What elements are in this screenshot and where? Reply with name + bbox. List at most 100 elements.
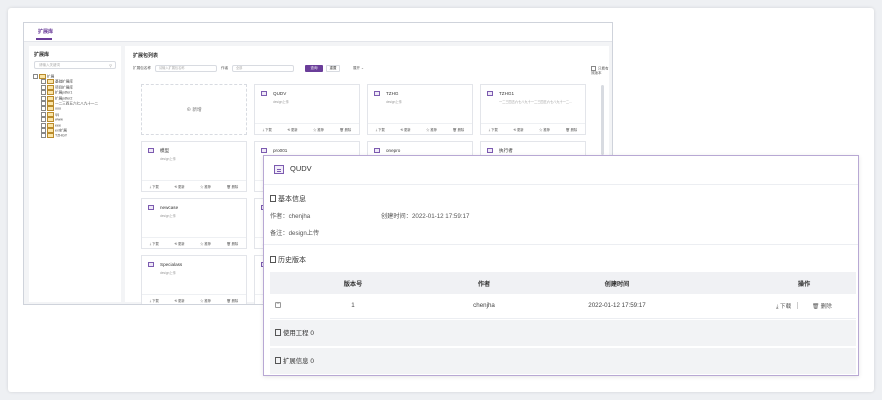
download-version-button[interactable]: ⤓ 下载 xyxy=(776,302,791,311)
card-recommend-button[interactable]: ☆ 推荐 xyxy=(539,127,550,132)
update-icon: ⟲ xyxy=(174,298,178,303)
card-download-button[interactable]: ⤓ 下载 xyxy=(150,298,159,303)
expand-box-icon[interactable] xyxy=(41,95,46,101)
card-actions: ⤓ 下载 ⟲ 更新 ☆ 推荐 🗑 删除 xyxy=(255,123,359,134)
card-actions: ⤓ 下载 ⟲ 更新 ☆ 推荐 🗑 删除 xyxy=(142,294,246,304)
trash-icon: 🗑 xyxy=(812,304,820,310)
note-value: design上传 xyxy=(288,230,320,237)
package-note: design上传 xyxy=(273,100,289,104)
package-card[interactable]: 模型 design上传 ⤓ 下载 ⟲ 更新 ☆ 推荐 🗑 删除 xyxy=(141,141,247,192)
list-scrollbar[interactable] xyxy=(601,85,604,155)
card-download-button[interactable]: ⤓ 下载 xyxy=(376,127,385,132)
card-delete-button[interactable]: 🗑 删除 xyxy=(226,241,238,246)
card-update-button[interactable]: ⟲ 更新 xyxy=(400,127,410,132)
expand-row-icon[interactable]: – xyxy=(275,302,281,308)
package-icon xyxy=(148,262,154,267)
package-card[interactable]: TZHG design上传 ⤓ 下载 ⟲ 更新 ☆ 推荐 🗑 删除 xyxy=(367,84,473,135)
expand-box-icon[interactable] xyxy=(41,79,46,85)
created-info: 创建时间：2022-01-12 17:59:17 xyxy=(381,211,469,220)
package-note: 一二三四五六七八九十一二三四五六七八九十一二... xyxy=(499,100,572,104)
card-update-button[interactable]: ⟲ 更新 xyxy=(174,241,184,246)
card-recommend-button[interactable]: ☆ 推荐 xyxy=(200,298,211,303)
expand-toggle[interactable]: 展开 ⌄ xyxy=(353,66,364,71)
card-action-label: 推荐 xyxy=(543,127,550,132)
created-label: 创建时间： xyxy=(381,213,412,220)
expand-box-icon[interactable] xyxy=(41,133,46,139)
used-projects-section[interactable]: 使用工程 0 xyxy=(270,320,856,346)
package-list-title: 扩展包列表 xyxy=(133,53,159,59)
card-download-button[interactable]: ⤓ 下载 xyxy=(150,184,159,189)
package-icon xyxy=(487,91,493,96)
package-name: TZHG1 xyxy=(499,91,515,96)
expand-box-icon[interactable] xyxy=(41,111,46,117)
card-delete-button[interactable]: 🗑 删除 xyxy=(226,298,238,303)
tab-extension-library[interactable]: 扩展库 xyxy=(38,28,53,35)
extension-info-count: 0 xyxy=(310,358,314,365)
card-update-button[interactable]: ⟲ 更新 xyxy=(513,127,523,132)
expand-box-icon[interactable] xyxy=(41,122,46,128)
package-icon xyxy=(148,205,154,210)
delete-version-button[interactable]: 🗑 删除 xyxy=(812,302,832,310)
package-card[interactable]: Specialass design上传 ⤓ 下载 ⟲ 更新 ☆ 推荐 🗑 删除 xyxy=(141,255,247,304)
tree-node-label: 扩展pdfer1 xyxy=(55,90,73,95)
card-action-label: 更新 xyxy=(403,127,411,132)
package-card[interactable]: TZHG1 一二三四五六七八九十一二三四五六七八九十一二... ⤓ 下载 ⟲ 更新 ☆ … xyxy=(480,84,586,135)
library-tree: 扩展 基础扩展库 项目扩展库 扩展pdfer1 扩展pdfer2 一二三四五六七八九十一二… xyxy=(33,74,98,139)
card-download-button[interactable]: ⤓ 下载 xyxy=(489,127,498,132)
card-update-button[interactable]: ⟲ 更新 xyxy=(174,298,184,303)
card-recommend-button[interactable]: ☆ 推荐 xyxy=(200,241,211,246)
extension-info-section[interactable]: 扩展信息 0 xyxy=(270,348,856,374)
expand-box-icon[interactable] xyxy=(41,84,46,90)
add-label: 新增 xyxy=(192,107,202,112)
package-icon xyxy=(374,148,380,153)
card-download-button[interactable]: ⤓ 下载 xyxy=(263,127,272,132)
card-delete-button[interactable]: 🗑 删除 xyxy=(339,127,351,132)
update-icon: ⟲ xyxy=(174,241,178,246)
expand-label: 展开 xyxy=(353,66,360,70)
package-card[interactable]: QUDV design上传 ⤓ 下载 ⟲ 更新 ☆ 推荐 🗑 删除 xyxy=(254,84,360,135)
filter-name-input[interactable]: 请输入扩展包名称 xyxy=(155,65,217,72)
expand-box-icon[interactable] xyxy=(41,90,46,96)
expand-box-icon[interactable] xyxy=(41,106,46,112)
tree-node-label: 基础扩展库 xyxy=(55,79,73,84)
download-icon: ⤓ xyxy=(375,127,378,132)
column-actions: 操作 xyxy=(797,281,811,288)
library-search-input[interactable]: 请输入关键词 ⚲ xyxy=(34,61,116,69)
folder-icon xyxy=(47,84,54,90)
card-delete-button[interactable]: 🗑 删除 xyxy=(226,184,238,189)
add-package-card[interactable]: ⊕ 新增 xyxy=(141,84,247,135)
card-action-label: 推荐 xyxy=(430,127,437,132)
card-action-label: 下载 xyxy=(152,298,159,303)
card-update-button[interactable]: ⟲ 更新 xyxy=(174,184,184,189)
filter-author-select[interactable]: 全部 xyxy=(232,65,294,72)
cell-created: 2022-01-12 17:59:17 xyxy=(588,302,646,309)
search-button[interactable]: 查询 xyxy=(305,65,323,72)
card-recommend-button[interactable]: ☆ 推荐 xyxy=(426,127,437,132)
app-header: 扩展库 xyxy=(24,23,612,42)
card-update-button[interactable]: ⟲ 更新 xyxy=(287,127,297,132)
expand-box-icon[interactable] xyxy=(41,100,46,106)
expand-box-icon[interactable] xyxy=(41,127,46,133)
chevron-down-icon: ⌄ xyxy=(360,66,364,70)
card-delete-button[interactable]: 🗑 删除 xyxy=(452,127,464,132)
show-valid-only-checkbox[interactable]: 只看有效版本 xyxy=(591,66,609,76)
card-download-button[interactable]: ⤓ 下载 xyxy=(150,241,159,246)
author-info: 作者：chenjha xyxy=(270,211,310,220)
package-card[interactable]: newcase design上传 ⤓ 下载 ⟲ 更新 ☆ 推荐 🗑 删除 xyxy=(141,198,247,249)
download-label: 下载 xyxy=(780,304,792,310)
expand-box-icon[interactable] xyxy=(33,74,38,79)
reset-button[interactable]: 重置 xyxy=(326,65,340,72)
expand-box-icon[interactable] xyxy=(41,117,46,123)
package-note: design上传 xyxy=(386,100,402,104)
filter-author-placeholder: 全部 xyxy=(236,66,243,70)
created-value: 2022-01-12 17:59:17 xyxy=(411,213,470,220)
card-recommend-button[interactable]: ☆ 推荐 xyxy=(313,127,324,132)
filter-name-label: 扩展包名称 xyxy=(133,66,151,70)
tree-node-label: 扩展 xyxy=(47,74,55,79)
card-recommend-button[interactable]: ☆ 推荐 xyxy=(200,184,211,189)
delete-icon: 🗑 xyxy=(226,241,231,246)
folder-icon xyxy=(47,127,54,133)
tree-node[interactable]: TZHGY xyxy=(33,133,98,139)
folder-icon xyxy=(47,106,54,112)
card-delete-button[interactable]: 🗑 删除 xyxy=(565,127,577,132)
